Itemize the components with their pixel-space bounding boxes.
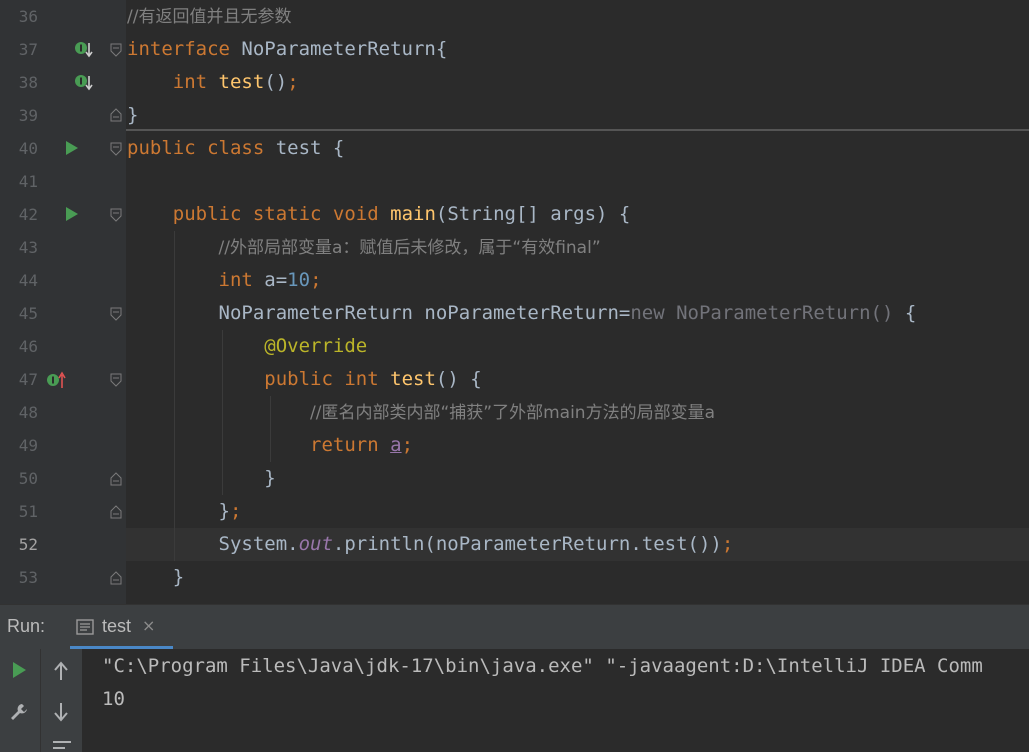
line-number: 43 bbox=[18, 238, 38, 257]
console-line: "C:\Program Files\Java\jdk-17\bin\java.e… bbox=[102, 655, 983, 677]
fold-close-icon[interactable] bbox=[110, 108, 122, 122]
code-line-48: //匿名内部类内部“捕获”了外部main方法的局部变量a bbox=[310, 403, 715, 423]
run-main-icon[interactable] bbox=[62, 204, 82, 224]
code-line-38: int test(); bbox=[172, 71, 299, 93]
line-number: 41 bbox=[18, 172, 38, 191]
wrench-icon[interactable] bbox=[8, 701, 30, 723]
fold-close-icon[interactable] bbox=[110, 571, 122, 585]
code-line-49: return a; bbox=[310, 434, 414, 456]
run-header: Run: test × bbox=[0, 604, 1029, 649]
code-line-36: //有返回值并且无参数 bbox=[127, 7, 292, 27]
fold-open-icon[interactable] bbox=[110, 307, 122, 321]
line-number: 40 bbox=[18, 139, 38, 158]
fold-close-icon[interactable] bbox=[110, 472, 122, 486]
method-separator bbox=[126, 129, 1029, 131]
close-icon[interactable]: × bbox=[142, 616, 155, 635]
line-number: 46 bbox=[18, 337, 38, 356]
console-output[interactable]: "C:\Program Files\Java\jdk-17\bin\java.e… bbox=[82, 649, 1029, 752]
console-tab-icon bbox=[76, 619, 94, 635]
line-number: 47 bbox=[18, 370, 38, 389]
run-class-icon[interactable] bbox=[62, 138, 82, 158]
code-line-45: NoParameterReturn noParameterReturn=new … bbox=[218, 302, 917, 324]
line-number: 42 bbox=[18, 205, 38, 224]
line-number: 49 bbox=[18, 436, 38, 455]
implemented-down-icon[interactable] bbox=[74, 40, 94, 60]
run-toolbar bbox=[0, 649, 82, 752]
arrow-up-icon[interactable] bbox=[51, 660, 71, 682]
run-tab-test[interactable]: test × bbox=[70, 605, 173, 649]
fold-open-icon[interactable] bbox=[110, 142, 122, 156]
fold-open-icon[interactable] bbox=[110, 43, 122, 57]
line-number: 51 bbox=[18, 502, 38, 521]
code-line-46: @Override bbox=[264, 335, 368, 357]
arrow-down-icon[interactable] bbox=[51, 701, 71, 723]
run-tab-label: test bbox=[102, 616, 132, 636]
run-tool-window: Run: test × "C:\Program Files\Java\jdk-1… bbox=[0, 604, 1029, 752]
line-number: 39 bbox=[18, 106, 38, 125]
line-number: 36 bbox=[18, 7, 38, 26]
run-label: Run: bbox=[7, 616, 46, 636]
code-line-51: }; bbox=[218, 500, 242, 522]
code-line-50: } bbox=[264, 467, 276, 489]
code-line-39: } bbox=[127, 104, 139, 126]
line-number: 50 bbox=[18, 469, 38, 488]
line-number-current: 52 bbox=[18, 535, 38, 554]
fold-close-icon[interactable] bbox=[110, 505, 122, 519]
line-number: 37 bbox=[18, 40, 38, 59]
soft-wrap-icon[interactable] bbox=[51, 739, 73, 752]
code-editor[interactable]: 36 37 38 39 40 41 42 43 44 45 46 47 48 4… bbox=[0, 0, 1029, 604]
editor-gutter: 36 37 38 39 40 41 42 43 44 45 46 47 48 4… bbox=[0, 0, 126, 604]
line-number: 48 bbox=[18, 403, 38, 422]
code-line-44: int a=10; bbox=[218, 269, 322, 291]
code-line-52: System.out.println(noParameterReturn.tes… bbox=[218, 533, 734, 555]
implements-up-icon[interactable] bbox=[46, 370, 66, 390]
toolbar-divider bbox=[40, 649, 41, 752]
run-icon[interactable] bbox=[9, 660, 29, 680]
implemented-down-icon[interactable] bbox=[74, 73, 94, 93]
line-number: 38 bbox=[18, 73, 38, 92]
fold-open-icon[interactable] bbox=[110, 208, 122, 222]
line-number: 53 bbox=[18, 568, 38, 587]
console-line: 10 bbox=[102, 688, 125, 710]
code-line-47: public int test() { bbox=[264, 368, 482, 390]
fold-open-icon[interactable] bbox=[110, 373, 122, 387]
code-line-42: public static void main(String[] args) { bbox=[172, 203, 631, 225]
code-line-53: } bbox=[172, 566, 185, 588]
line-number: 44 bbox=[18, 271, 38, 290]
code-line-43: //外部局部变量a：赋值后未修改，属于“有效final” bbox=[218, 238, 601, 258]
code-line-40: public class test { bbox=[127, 137, 345, 159]
code-line-37: interface NoParameterReturn{ bbox=[127, 38, 448, 60]
line-number: 45 bbox=[18, 304, 38, 323]
